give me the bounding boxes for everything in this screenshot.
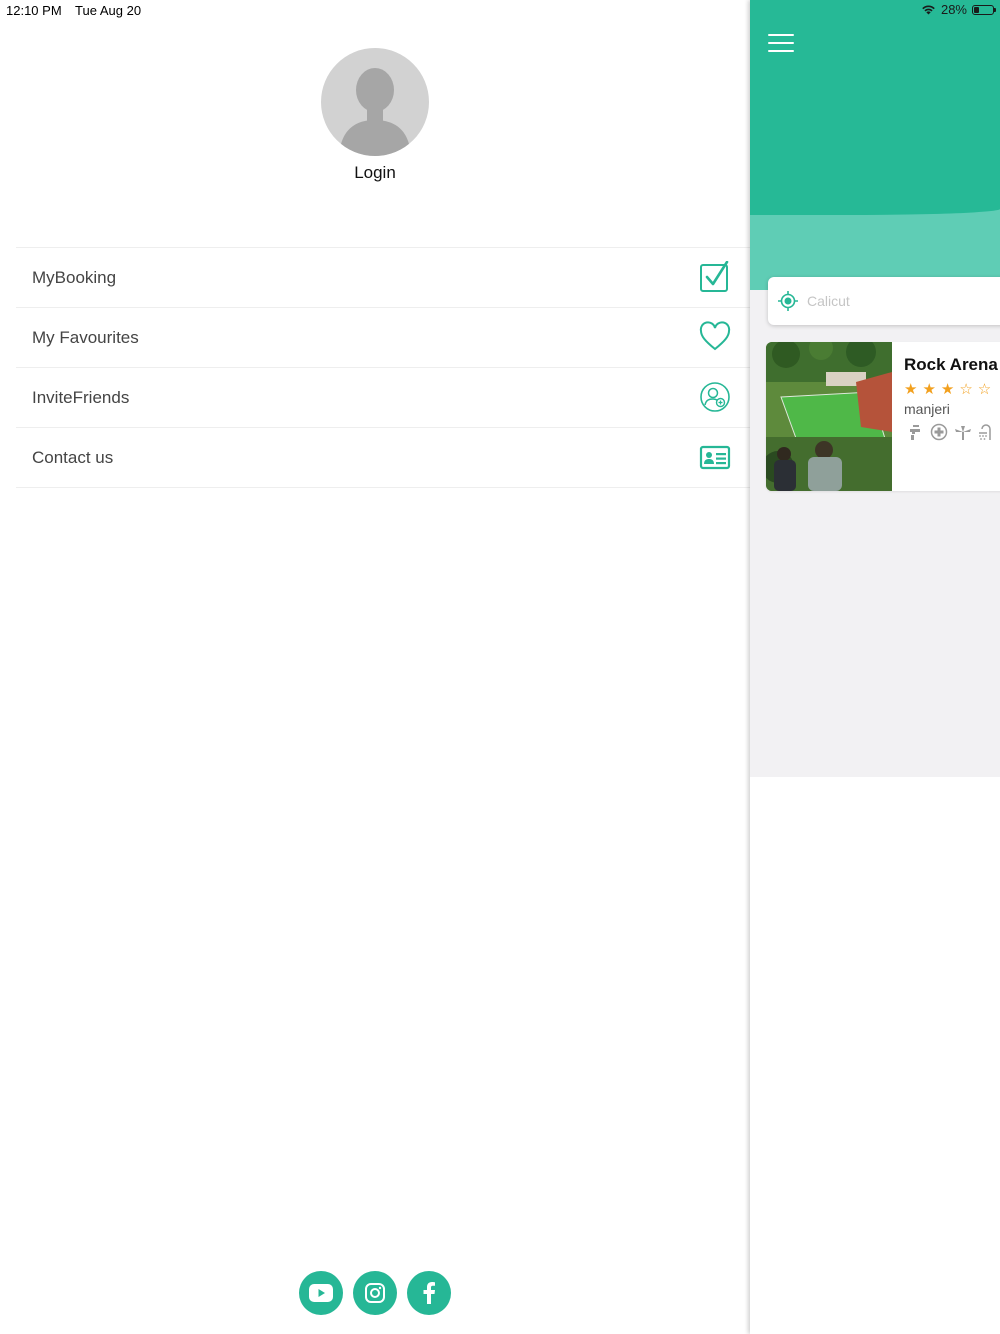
menu-item-favourites[interactable]: My Favourites: [16, 308, 750, 368]
water-tap-icon: [910, 425, 920, 440]
facebook-icon: [423, 1282, 435, 1304]
status-bar-right: 28%: [921, 2, 996, 17]
battery-percent: 28%: [940, 2, 967, 17]
menu-item-contact[interactable]: Contact us: [16, 428, 750, 488]
facebook-button[interactable]: [407, 1271, 451, 1315]
avatar[interactable]: [321, 48, 429, 156]
menu-item-label: InviteFriends: [32, 387, 130, 407]
shower-icon: [979, 424, 991, 440]
menu-item-mybooking[interactable]: MyBooking: [16, 248, 750, 308]
instagram-icon: [365, 1283, 385, 1303]
check-box-icon: [700, 261, 729, 292]
login-link[interactable]: Login: [0, 163, 750, 183]
location-search[interactable]: [768, 277, 1000, 325]
venue-name: Rock Arena: [904, 355, 998, 374]
fan-icon: [955, 426, 971, 440]
social-links: [299, 1271, 451, 1315]
header-banner: [750, 0, 1000, 290]
status-bar-left: 12:10 PM Tue Aug 20: [6, 3, 151, 18]
location-input[interactable]: [805, 292, 989, 310]
venue-card[interactable]: Rock Arena ★★★☆☆ manjeri: [766, 342, 1000, 491]
instagram-button[interactable]: [353, 1271, 397, 1315]
menu-item-invite[interactable]: InviteFriends: [16, 368, 750, 428]
venue-rating: ★★★☆☆: [904, 381, 997, 398]
menu-toggle-button[interactable]: [768, 34, 794, 54]
youtube-icon: [309, 1284, 333, 1302]
location-target-icon: [778, 291, 798, 311]
side-drawer: Login MyBooking My Favourites InviteFrie…: [0, 0, 750, 1334]
contact-card-icon: [699, 445, 731, 470]
status-date: Tue Aug 20: [75, 3, 142, 18]
heart-icon: [699, 321, 731, 351]
hamburger-icon: [768, 34, 794, 36]
menu-item-label: Contact us: [32, 447, 114, 467]
add-user-icon: [700, 382, 730, 412]
first-aid-icon: [930, 423, 948, 441]
venue-location: manjeri: [904, 401, 950, 417]
drawer-menu: MyBooking My Favourites InviteFriends Co…: [16, 247, 750, 488]
user-silhouette-icon: [339, 68, 411, 156]
main-panel: Rock Arena ★★★☆☆ manjeri: [750, 0, 1000, 1334]
menu-item-label: My Favourites: [32, 327, 139, 347]
wifi-icon: [922, 5, 935, 15]
venue-photo: [766, 342, 892, 491]
amenities: [906, 423, 996, 441]
menu-item-label: MyBooking: [32, 267, 117, 287]
youtube-button[interactable]: [299, 1271, 343, 1315]
battery-icon: [972, 4, 996, 15]
status-time: 12:10 PM: [6, 3, 62, 18]
